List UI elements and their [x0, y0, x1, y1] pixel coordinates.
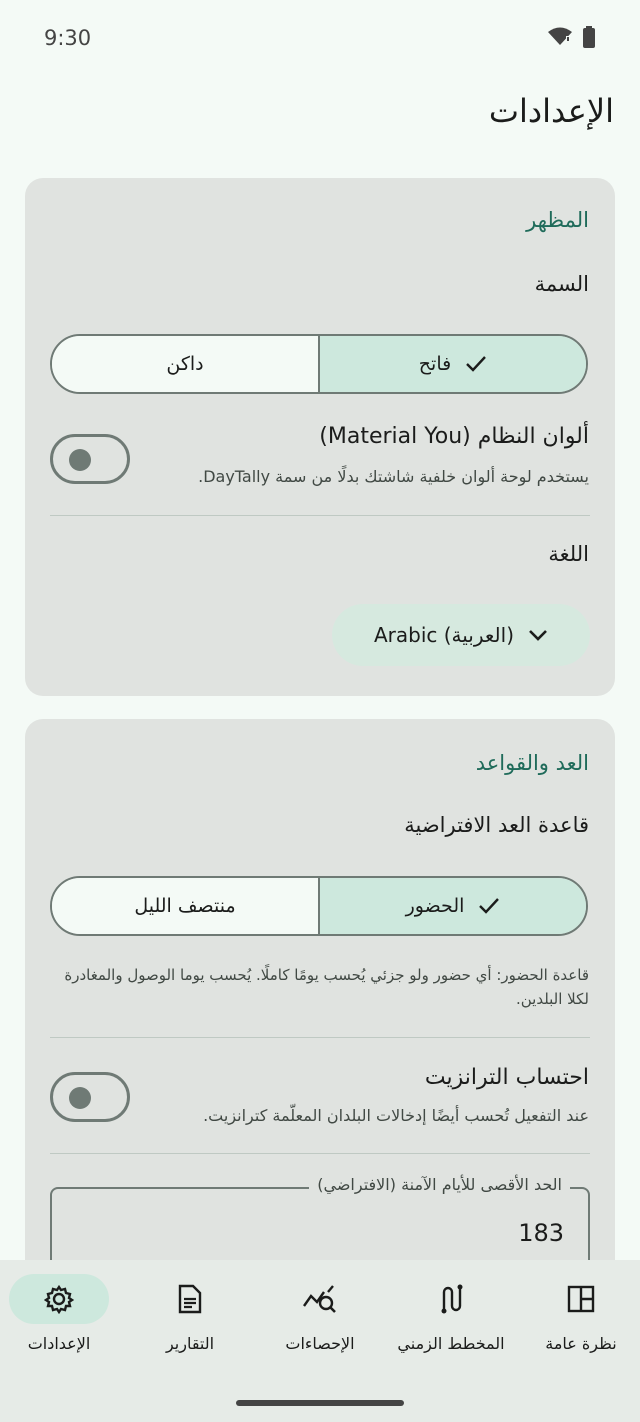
rule-midnight-label: منتصف الليل	[134, 895, 236, 917]
nav-item-settings[interactable]: الإعدادات	[0, 1260, 123, 1370]
status-bar: 9:30	[0, 0, 640, 80]
nav-label-reports: التقارير	[165, 1334, 215, 1353]
nav-label-settings: الإعدادات	[27, 1334, 91, 1353]
system-colors-subtitle: يستخدم لوحة ألوان خلفية شاشتك بدلًا من س…	[198, 467, 589, 486]
theme-selector: فاتح داكن	[50, 334, 588, 394]
language-label: اللغة	[548, 542, 589, 566]
query-stats-icon	[303, 1285, 336, 1313]
counting-section-title: العد والقواعد	[475, 751, 589, 775]
system-colors-toggle[interactable]	[50, 434, 130, 484]
transit-subtitle: عند التفعيل تُحسب أيضًا إدخالات البلدان …	[203, 1106, 589, 1125]
rule-midnight-option[interactable]: منتصف الليل	[52, 878, 318, 934]
check-icon	[466, 356, 487, 372]
page-title: الإعدادات	[488, 92, 614, 130]
transit-toggle[interactable]	[50, 1072, 130, 1122]
appearance-card: المظهر السمة فاتح داكن ألوان النظام (Mat…	[25, 178, 615, 696]
dashboard-icon	[567, 1285, 595, 1313]
max-safe-days-label: الحد الأقصى للأيام الآمنة (الافتراضي)	[309, 1175, 570, 1194]
bottom-nav: الإعدادات التقارير الإحصاءات المخطط الزم…	[0, 1260, 640, 1422]
nav-pill	[270, 1274, 370, 1324]
wifi-icon	[548, 27, 572, 45]
status-time: 9:30	[44, 26, 92, 50]
nav-pill	[531, 1274, 631, 1324]
nav-item-stats[interactable]: الإحصاءات	[256, 1260, 384, 1370]
toggle-knob	[69, 1087, 91, 1109]
check-icon	[479, 898, 500, 914]
nav-label-stats: الإحصاءات	[285, 1334, 355, 1353]
route-icon	[441, 1284, 463, 1314]
system-colors-title: ألوان النظام (Material You)	[319, 424, 589, 449]
language-dropdown[interactable]: Arabic (العربية)	[332, 604, 590, 666]
nav-item-reports[interactable]: التقارير	[126, 1260, 254, 1370]
divider	[50, 1037, 590, 1038]
document-icon	[178, 1284, 202, 1314]
nav-label-timeline: المخطط الزمني	[397, 1334, 505, 1353]
chevron-down-icon	[529, 630, 547, 641]
theme-light-label: فاتح	[418, 353, 452, 375]
nav-pill	[140, 1274, 240, 1324]
rule-presence-label: الحضور	[405, 895, 465, 917]
gesture-bar[interactable]	[236, 1400, 404, 1406]
transit-title: احتساب الترانزيت	[424, 1065, 589, 1090]
max-safe-days-value: 183	[518, 1219, 564, 1247]
nav-pill	[401, 1274, 501, 1324]
rule-selector: الحضور منتصف الليل	[50, 876, 588, 936]
rule-note: قاعدة الحضور: أي حضور ولو جزئي يُحسب يوم…	[64, 966, 589, 1008]
appearance-section-title: المظهر	[526, 208, 589, 232]
nav-label-overview: نظرة عامة	[545, 1334, 617, 1353]
theme-dark-option[interactable]: داكن	[52, 336, 318, 392]
toggle-knob	[69, 449, 91, 471]
language-value: Arabic (العربية)	[373, 623, 515, 647]
theme-label: السمة	[534, 272, 589, 296]
nav-item-timeline[interactable]: المخطط الزمني	[387, 1260, 515, 1370]
divider	[50, 1153, 590, 1154]
nav-pill	[9, 1274, 109, 1324]
status-icons	[548, 26, 596, 48]
theme-light-option[interactable]: فاتح	[318, 336, 586, 392]
counting-card: العد والقواعد قاعدة العد الافتراضية الحض…	[25, 719, 615, 1339]
divider	[50, 515, 590, 516]
default-rule-label: قاعدة العد الافتراضية	[404, 813, 589, 837]
gear-icon	[44, 1284, 74, 1314]
theme-dark-label: داكن	[166, 353, 204, 375]
battery-icon	[583, 26, 595, 48]
rule-presence-option[interactable]: الحضور	[318, 878, 586, 934]
nav-item-overview[interactable]: نظرة عامة	[517, 1260, 640, 1370]
